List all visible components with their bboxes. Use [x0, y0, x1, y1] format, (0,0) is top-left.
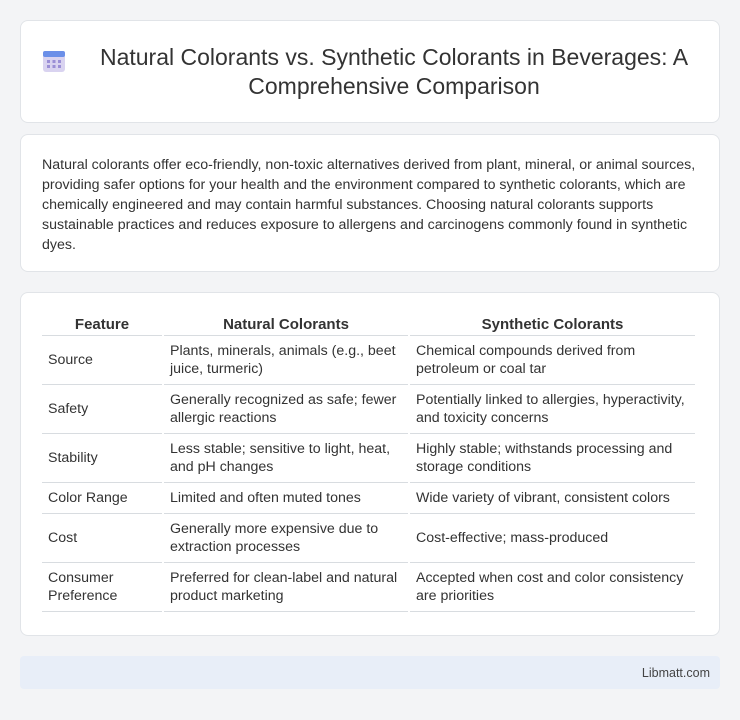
comparison-card: Feature Natural Colorants Synthetic Colo…	[20, 292, 720, 636]
intro-paragraph: Natural colorants offer eco-friendly, no…	[42, 157, 696, 253]
cell-synthetic: Potentially linked to allergies, hyperac…	[410, 385, 695, 434]
table-row: Source Plants, minerals, animals (e.g., …	[42, 336, 695, 385]
cell-feature: Consumer Preference	[42, 563, 162, 612]
page-title: Natural Colorants vs. Synthetic Colorant…	[99, 43, 689, 99]
header-feature: Feature	[42, 313, 162, 336]
cell-feature: Stability	[42, 434, 162, 483]
cell-natural: Plants, minerals, animals (e.g., beet ju…	[164, 336, 408, 385]
calendar-icon	[43, 50, 65, 72]
cell-natural: Limited and often muted tones	[164, 483, 408, 514]
cell-natural: Less stable; sensitive to light, heat, a…	[164, 434, 408, 483]
table-row: Color Range Limited and often muted tone…	[42, 483, 695, 514]
footer: Libmatt.com	[20, 656, 720, 689]
table-row: Cost Generally more expensive due to ext…	[42, 514, 695, 563]
header-card: Natural Colorants vs. Synthetic Colorant…	[20, 20, 720, 123]
cell-synthetic: Accepted when cost and color consistency…	[410, 563, 695, 612]
cell-feature: Source	[42, 336, 162, 385]
footer-site-link[interactable]: Libmatt.com	[642, 666, 710, 680]
cell-synthetic: Chemical compounds derived from petroleu…	[410, 336, 695, 385]
cell-feature: Cost	[42, 514, 162, 563]
table-row: Safety Generally recognized as safe; few…	[42, 385, 695, 434]
cell-feature: Color Range	[42, 483, 162, 514]
cell-feature: Safety	[42, 385, 162, 434]
header: Natural Colorants vs. Synthetic Colorant…	[21, 21, 719, 122]
cell-synthetic: Cost-effective; mass-produced	[410, 514, 695, 563]
comparison-table: Feature Natural Colorants Synthetic Colo…	[40, 313, 697, 612]
header-natural: Natural Colorants	[164, 313, 408, 336]
table-row: Stability Less stable; sensitive to ligh…	[42, 434, 695, 483]
cell-natural: Generally recognized as safe; fewer alle…	[164, 385, 408, 434]
header-synthetic: Synthetic Colorants	[410, 313, 695, 336]
table-header-row: Feature Natural Colorants Synthetic Colo…	[42, 313, 695, 336]
table-row: Consumer Preference Preferred for clean-…	[42, 563, 695, 612]
cell-natural: Generally more expensive due to extracti…	[164, 514, 408, 563]
cell-synthetic: Wide variety of vibrant, consistent colo…	[410, 483, 695, 514]
cell-natural: Preferred for clean-label and natural pr…	[164, 563, 408, 612]
cell-synthetic: Highly stable; withstands processing and…	[410, 434, 695, 483]
intro-card: Natural colorants offer eco-friendly, no…	[20, 134, 720, 272]
